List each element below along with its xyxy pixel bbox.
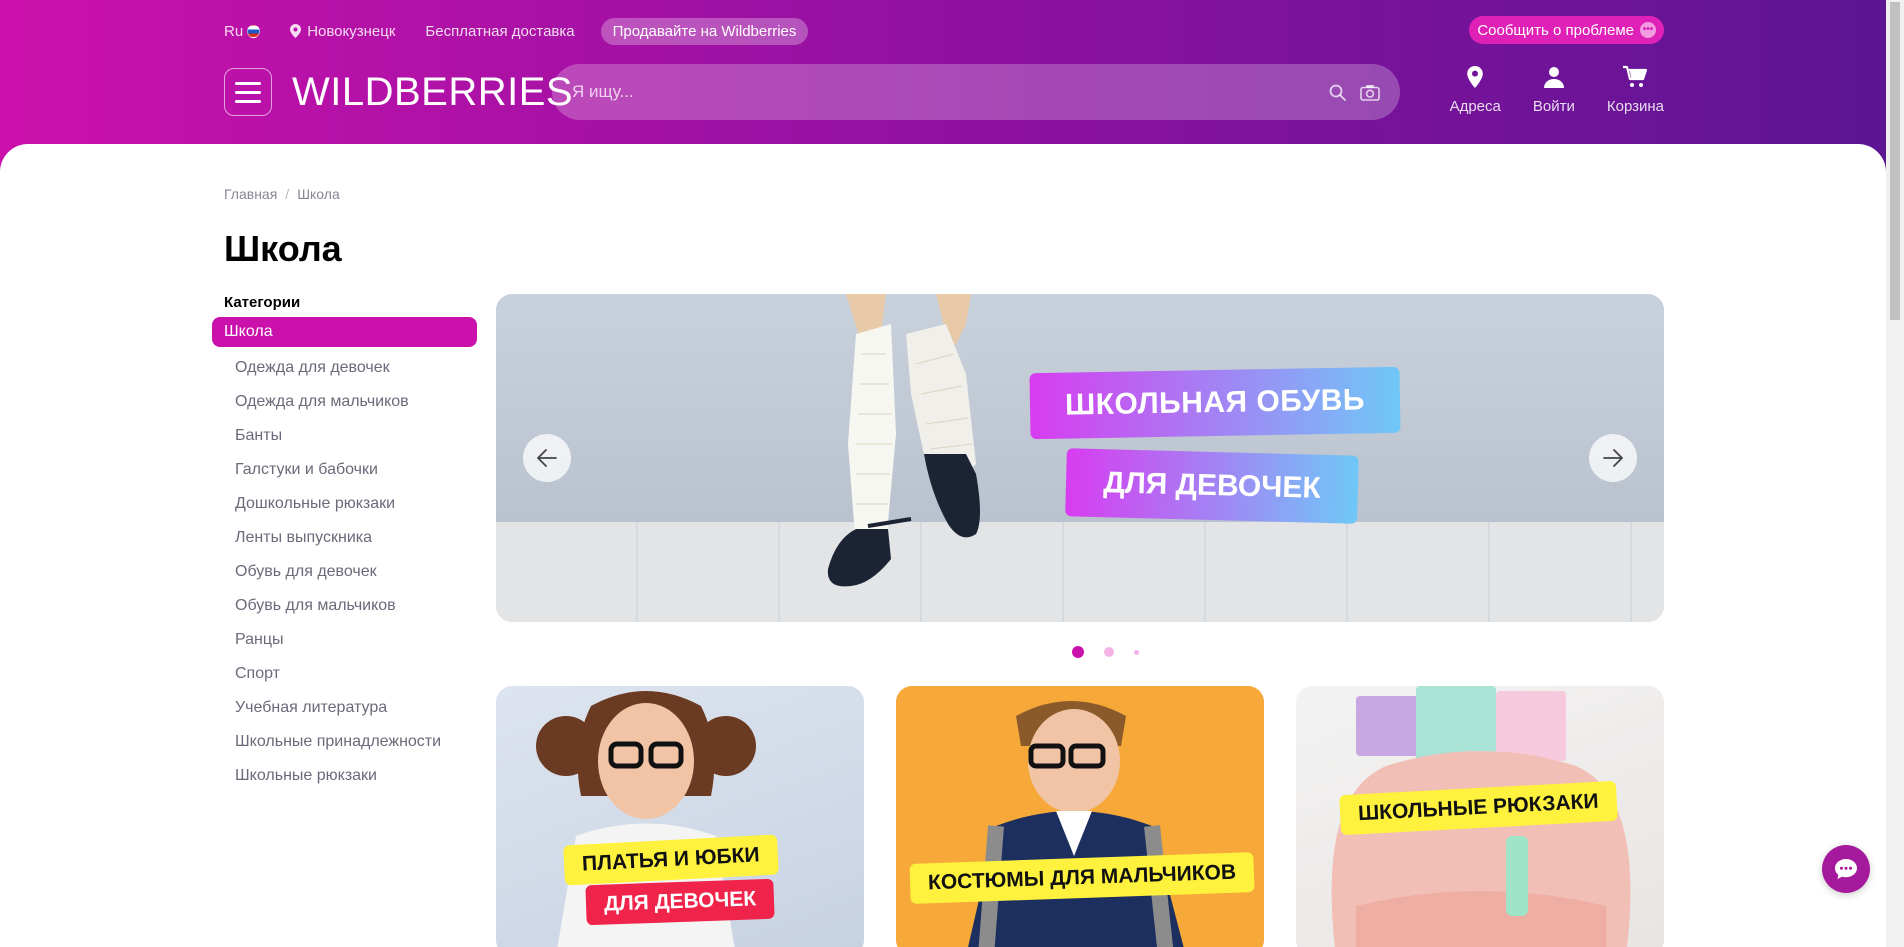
- addresses-button[interactable]: Адреса: [1450, 64, 1501, 115]
- chat-bubble-icon: [1835, 859, 1857, 879]
- chat-button[interactable]: [1822, 845, 1870, 893]
- promo-banner[interactable]: ШКОЛЬНАЯ ОБУВЬ ДЛЯ ДЕВОЧЕК: [496, 294, 1664, 622]
- free-delivery-link[interactable]: Бесплатная доставка: [425, 23, 574, 40]
- category-item[interactable]: Одежда для девочек: [212, 351, 477, 385]
- header: Ru Новокузнецк Бесплатная доставка Прода…: [0, 0, 1904, 150]
- menu-button[interactable]: [224, 68, 272, 116]
- breadcrumb: Главная / Школа: [224, 186, 340, 202]
- category-item[interactable]: Обувь для мальчиков: [212, 589, 477, 623]
- category-item[interactable]: Школьные принадлежности: [212, 725, 477, 759]
- category-item[interactable]: Галстуки и бабочки: [212, 453, 477, 487]
- category-item[interactable]: Обувь для девочек: [212, 555, 477, 589]
- category-item[interactable]: Ленты выпускника: [212, 521, 477, 555]
- cart-icon: [1623, 65, 1648, 87]
- carousel-dot[interactable]: [1104, 647, 1114, 657]
- menu-bar-icon: [235, 90, 261, 94]
- language-label: Ru: [224, 22, 244, 40]
- category-item[interactable]: Одежда для мальчиков: [212, 385, 477, 419]
- carousel-dot-active[interactable]: [1072, 646, 1084, 658]
- menu-bar-icon: [235, 99, 261, 103]
- city-label: Новокузнецк: [307, 22, 396, 40]
- category-tile-suits[interactable]: КОСТЮМЫ ДЛЯ МАЛЬЧИКОВ: [896, 686, 1264, 947]
- user-icon: [1543, 67, 1564, 88]
- search-input[interactable]: [572, 82, 1329, 102]
- category-tile-dresses[interactable]: ПЛАТЬЯ И ЮБКИ ДЛЯ ДЕВОЧЕК: [496, 686, 864, 947]
- cart-button[interactable]: Корзина: [1607, 64, 1664, 115]
- banner-headline: ШКОЛЬНАЯ ОБУВЬ: [1029, 366, 1401, 440]
- login-button[interactable]: Войти: [1533, 64, 1575, 115]
- language-selector[interactable]: Ru: [224, 22, 261, 40]
- categories-sidebar: Категории Школа Одежда для девочек Одежд…: [212, 294, 477, 793]
- russia-flag-icon: [247, 24, 261, 38]
- boy-image: [968, 701, 1184, 947]
- category-item[interactable]: Ранцы: [212, 623, 477, 657]
- arrow-right-icon: [1603, 449, 1623, 467]
- location-pin-icon: [1467, 66, 1484, 88]
- report-problem-button[interactable]: Сообщить о проблеме •••: [1469, 16, 1664, 44]
- categories-heading: Категории: [224, 294, 301, 311]
- category-tile-backpacks[interactable]: ШКОЛЬНЫЕ РЮКЗАКИ: [1296, 686, 1664, 947]
- category-item[interactable]: Спорт: [212, 657, 477, 691]
- header-actions: Адреса Войти Корзина: [1450, 64, 1664, 115]
- sell-on-wildberries-button[interactable]: Продавайте на Wildberries: [600, 17, 809, 45]
- page-scrollbar[interactable]: [1886, 0, 1904, 947]
- carousel-pagination: [1072, 646, 1139, 658]
- addresses-label: Адреса: [1449, 98, 1501, 115]
- logo[interactable]: WILDBERRIES: [292, 70, 573, 114]
- breadcrumb-current: Школа: [297, 186, 340, 202]
- category-item[interactable]: Учебная литература: [212, 691, 477, 725]
- category-item[interactable]: Дошкольные рюкзаки: [212, 487, 477, 521]
- city-selector[interactable]: Новокузнецк: [290, 23, 395, 40]
- banner-floor: [496, 522, 1664, 622]
- chat-bubble-icon: •••: [1640, 22, 1656, 38]
- menu-bar-icon: [235, 81, 261, 85]
- search-bar: [552, 64, 1400, 120]
- camera-icon[interactable]: [1360, 84, 1380, 101]
- carousel-prev-button[interactable]: [523, 434, 571, 482]
- report-problem-label: Сообщить о проблеме: [1477, 21, 1634, 39]
- tile-label: ДЛЯ ДЕВОЧЕК: [585, 878, 775, 926]
- banner-image: [827, 294, 980, 587]
- scrollbar-thumb[interactable]: [1890, 2, 1900, 320]
- banner-subheadline: ДЛЯ ДЕВОЧЕК: [1065, 448, 1359, 524]
- category-item[interactable]: Банты: [212, 419, 477, 453]
- location-pin-icon: [290, 24, 302, 38]
- breadcrumb-separator: /: [285, 186, 290, 202]
- carousel-dot[interactable]: [1134, 649, 1139, 655]
- search-icon[interactable]: [1329, 84, 1346, 101]
- arrow-left-icon: [537, 449, 557, 467]
- category-item[interactable]: Школьные рюкзаки: [212, 759, 477, 793]
- main-content: Главная / Школа Школа Категории Школа Од…: [0, 144, 1886, 947]
- breadcrumb-home-link[interactable]: Главная: [224, 186, 277, 202]
- cart-label: Корзина: [1606, 98, 1664, 115]
- top-bar: Ru Новокузнецк Бесплатная доставка Прода…: [224, 17, 809, 45]
- page-title: Школа: [224, 228, 342, 269]
- category-item-active[interactable]: Школа: [212, 317, 477, 347]
- carousel-next-button[interactable]: [1589, 434, 1637, 482]
- category-tiles: ПЛАТЬЯ И ЮБКИ ДЛЯ ДЕВОЧЕК КОСТЮМЫ ДЛЯ МА…: [496, 686, 1664, 947]
- login-label: Войти: [1532, 98, 1575, 115]
